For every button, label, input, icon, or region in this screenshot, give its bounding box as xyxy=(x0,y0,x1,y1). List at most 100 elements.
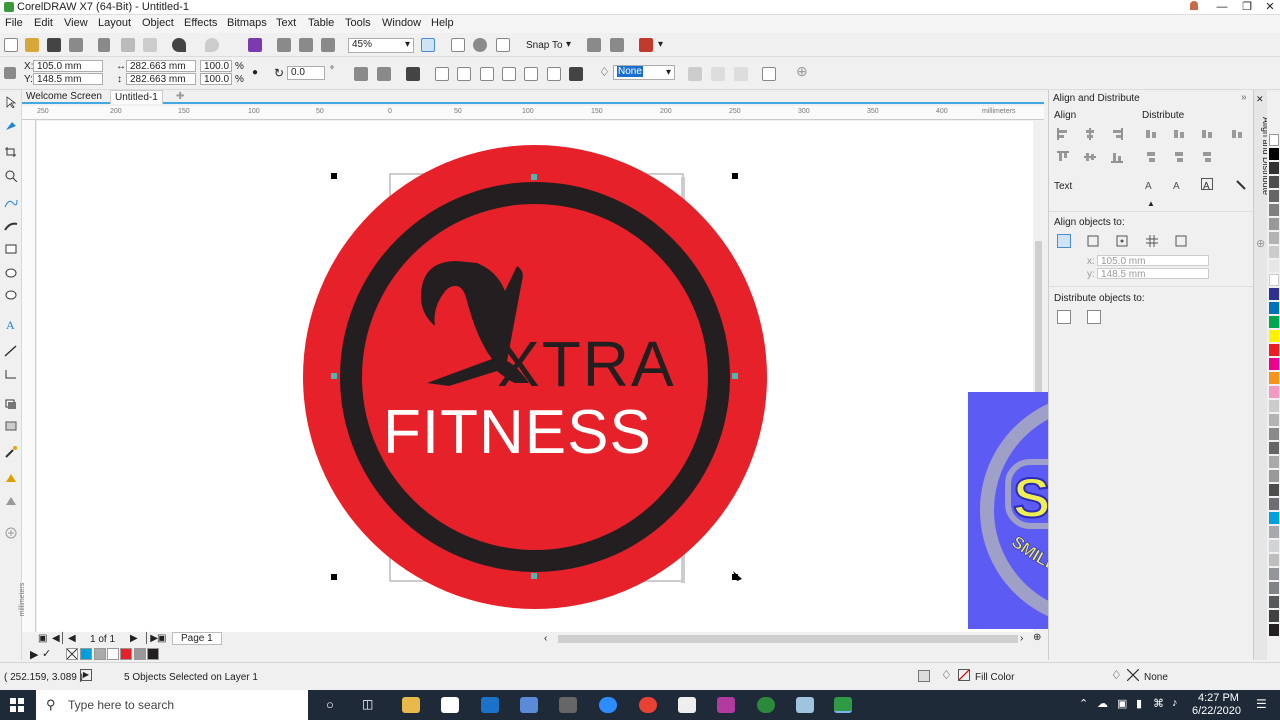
zoom-level-select[interactable]: 45% ▾ xyxy=(348,38,414,53)
menu-window[interactable]: Window xyxy=(382,17,421,29)
chevron-down-icon[interactable]: ▾ xyxy=(658,39,663,50)
no-outline-icon[interactable] xyxy=(1126,668,1140,682)
intersect-icon[interactable] xyxy=(480,67,494,81)
palette-swatch[interactable] xyxy=(1269,540,1279,552)
video-editor-icon[interactable] xyxy=(678,697,696,713)
align-center-vertical-icon[interactable] xyxy=(1084,151,1096,163)
logo-artwork[interactable]: XTRA FITNESS xyxy=(37,121,1033,632)
shape-tool-icon[interactable] xyxy=(4,120,18,132)
mirror-horizontal-icon[interactable] xyxy=(354,67,368,81)
undo-icon[interactable] xyxy=(172,38,186,52)
add-tool-icon[interactable] xyxy=(4,527,18,539)
monitor-icon[interactable] xyxy=(520,697,538,713)
windows-start-icon[interactable] xyxy=(10,698,24,715)
palette-swatch[interactable] xyxy=(1269,316,1279,328)
menu-layout[interactable]: Layout xyxy=(98,17,131,29)
smart-fill-icon[interactable] xyxy=(4,495,18,507)
eyedropper-icon[interactable]: ✓ xyxy=(42,647,51,660)
vertical-ruler[interactable]: millimeters xyxy=(19,120,36,632)
no-color-swatch[interactable] xyxy=(1269,134,1279,146)
first-page-button[interactable]: ◀│ xyxy=(52,633,66,644)
save-icon[interactable] xyxy=(47,38,61,52)
distribute-center-icon[interactable] xyxy=(1173,128,1185,140)
show-rulers-icon[interactable] xyxy=(473,38,487,52)
palette-swatch[interactable] xyxy=(1269,232,1279,244)
tab-untitled-1[interactable]: Untitled-1 xyxy=(110,90,163,104)
rectangle-tool-icon[interactable] xyxy=(4,243,18,255)
options-icon[interactable] xyxy=(587,38,601,52)
palette-swatch[interactable] xyxy=(1269,512,1279,524)
menu-file[interactable]: File xyxy=(5,17,23,29)
pick-tool-icon[interactable] xyxy=(4,96,18,109)
menu-help[interactable]: Help xyxy=(431,17,454,29)
convert-bitmap-icon[interactable] xyxy=(734,67,748,81)
import-icon[interactable] xyxy=(277,38,291,52)
palette-swatch[interactable] xyxy=(1269,582,1279,594)
show-hidden-icons[interactable]: ⌃ xyxy=(1079,697,1088,710)
redo-icon[interactable] xyxy=(205,38,219,52)
text-tool-icon[interactable]: A xyxy=(4,318,18,332)
color-proof-icon[interactable] xyxy=(918,670,930,682)
active-objects-icon[interactable] xyxy=(1057,234,1071,248)
play-icon[interactable]: ▶ xyxy=(80,669,92,681)
new-tab-icon[interactable]: ✚ xyxy=(172,90,188,104)
palette-swatch[interactable] xyxy=(1269,176,1279,188)
red-swatch[interactable] xyxy=(120,648,132,660)
palette-swatch[interactable] xyxy=(1269,344,1279,356)
palette-swatch[interactable] xyxy=(1269,568,1279,580)
node-handle[interactable] xyxy=(531,174,537,180)
scroll-left-icon[interactable]: ‹ xyxy=(544,633,547,644)
drop-shadow-icon[interactable] xyxy=(4,398,18,410)
menu-object[interactable]: Object xyxy=(142,17,174,29)
no-color-swatch[interactable] xyxy=(66,648,78,660)
new-document-icon[interactable] xyxy=(4,38,18,52)
outline-width-select[interactable]: None ▾ xyxy=(613,65,675,80)
clock-date[interactable]: 6/22/2020 xyxy=(1192,705,1241,717)
no-fill-icon[interactable] xyxy=(958,669,970,681)
palette-swatch[interactable] xyxy=(1269,190,1279,202)
pen-app-icon[interactable] xyxy=(796,697,814,713)
crop-tool-icon[interactable] xyxy=(4,146,18,158)
palette-arrow-icon[interactable]: ▶ xyxy=(30,648,38,661)
back-minus-front-icon[interactable] xyxy=(547,67,561,81)
close-button[interactable]: ✕ xyxy=(1258,0,1280,15)
zoom-app-icon[interactable] xyxy=(599,697,617,713)
align-center-horizontal-icon[interactable] xyxy=(1084,128,1096,140)
palette-swatch[interactable] xyxy=(1269,218,1279,230)
outline-icon[interactable] xyxy=(1235,179,1247,191)
print-icon[interactable] xyxy=(69,38,83,52)
gray-swatch[interactable] xyxy=(94,648,106,660)
distribute-page-extent-icon[interactable] xyxy=(1087,310,1101,324)
palette-swatch[interactable] xyxy=(1269,204,1279,216)
tab-welcome-screen[interactable]: Welcome Screen xyxy=(22,90,106,104)
palette-swatch[interactable] xyxy=(1269,498,1279,510)
taskbar-search-box[interactable]: ⚲ Type here to search xyxy=(36,690,308,720)
scroll-right-icon[interactable]: › xyxy=(1020,633,1023,644)
distribute-middle-icon[interactable] xyxy=(1173,151,1185,163)
node-handle[interactable] xyxy=(531,573,537,579)
ellipse-tool-icon[interactable] xyxy=(4,267,18,279)
rotation-field[interactable]: 0.0 xyxy=(287,66,325,80)
menu-view[interactable]: View xyxy=(64,17,88,29)
y-position-field[interactable]: 148.5 mm xyxy=(33,73,103,85)
chrome-icon[interactable] xyxy=(639,697,657,713)
palette-swatch[interactable] xyxy=(1269,554,1279,566)
menu-bitmaps[interactable]: Bitmaps xyxy=(227,17,267,29)
palette-swatch[interactable] xyxy=(1269,148,1279,160)
file-explorer-icon[interactable] xyxy=(402,697,420,713)
palette-swatch[interactable] xyxy=(1269,624,1279,636)
drawing-canvas[interactable]: XTRA FITNESS xyxy=(37,121,1033,632)
zoom-fit-icon[interactable] xyxy=(421,38,435,52)
palette-swatch[interactable] xyxy=(1269,330,1279,342)
wifi-icon[interactable]: ⌘ xyxy=(1153,697,1164,710)
transparency-tool-icon[interactable] xyxy=(4,420,18,432)
palette-swatch[interactable] xyxy=(1269,610,1279,622)
page-tab[interactable]: Page 1 xyxy=(172,632,222,645)
combine-icon[interactable] xyxy=(406,67,420,81)
scale-x-field[interactable]: 100.0 xyxy=(200,60,232,72)
coreldraw-taskbar-icon[interactable] xyxy=(717,697,735,713)
menu-effects[interactable]: Effects xyxy=(184,17,217,29)
polygon-tool-icon[interactable] xyxy=(4,289,18,301)
palette-swatch[interactable] xyxy=(1269,442,1279,454)
parallel-dimension-icon[interactable] xyxy=(4,345,18,357)
